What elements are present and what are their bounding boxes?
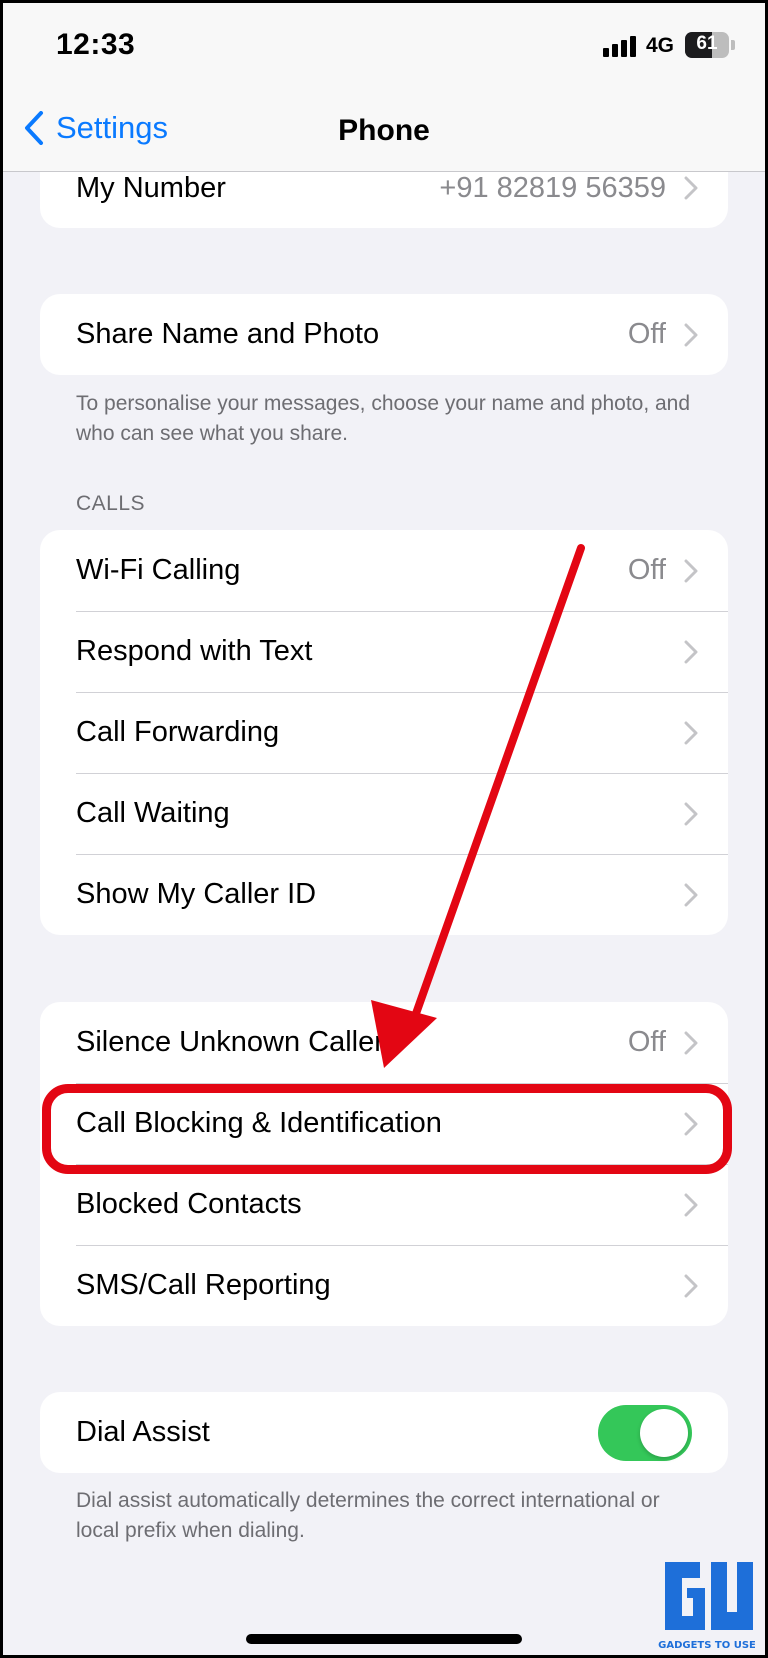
- highlight-annotation: [42, 1084, 732, 1174]
- chevron-right-icon: [684, 721, 698, 744]
- share-name-label: Share Name and Photo: [76, 318, 380, 350]
- share-footnote: To personalise your messages, choose you…: [76, 392, 691, 445]
- calls-header: CALLS: [76, 492, 146, 515]
- dial-assist-group: Dial Assist: [40, 1392, 728, 1473]
- dial-assist-label: Dial Assist: [76, 1416, 210, 1448]
- watermark-text: GADGETS TO USE: [658, 1640, 755, 1651]
- row-label: Respond with Text: [76, 635, 313, 667]
- chevron-right-icon: [684, 559, 698, 582]
- page-title: Phone: [338, 114, 430, 147]
- chevron-right-icon: [684, 323, 698, 346]
- row-label: Show My Caller ID: [76, 878, 317, 910]
- blocked-contacts-row[interactable]: Blocked Contacts: [40, 1164, 728, 1245]
- dial-assist-footnote: Dial assist automatically determines the…: [76, 1489, 660, 1542]
- battery-tip: [731, 40, 735, 50]
- chevron-right-icon: [684, 883, 698, 906]
- row-label: Silence Unknown Callers: [76, 1026, 399, 1058]
- wifi-calling-row[interactable]: Wi-Fi Calling Off: [40, 530, 728, 611]
- navigation-bar: Settings Phone: [0, 96, 768, 172]
- network-type: 4G: [646, 34, 675, 57]
- status-time: 12:33: [56, 28, 136, 61]
- status-bar: 12:33 4G 61: [0, 0, 768, 96]
- row-label: Wi-Fi Calling: [76, 554, 241, 586]
- dial-assist-row: Dial Assist: [40, 1392, 728, 1473]
- my-number-label: My Number: [76, 171, 226, 204]
- row-label: Blocked Contacts: [76, 1188, 302, 1220]
- share-name-group: Share Name and Photo Off: [40, 294, 728, 375]
- chevron-right-icon: [684, 640, 698, 663]
- respond-with-text-row[interactable]: Respond with Text: [40, 611, 728, 692]
- gadgets-to-use-logo: GADGETS TO USE: [658, 1562, 755, 1651]
- home-indicator[interactable]: [246, 1634, 522, 1644]
- row-value: Off: [627, 1026, 666, 1058]
- chevron-right-icon: [684, 1193, 698, 1216]
- battery-icon: 61: [685, 32, 729, 58]
- share-name-value: Off: [627, 318, 666, 350]
- chevron-right-icon: [684, 176, 698, 200]
- share-name-row[interactable]: Share Name and Photo Off: [40, 294, 728, 375]
- row-label: Call Waiting: [76, 797, 230, 829]
- sms-call-reporting-row[interactable]: SMS/Call Reporting: [40, 1245, 728, 1326]
- call-waiting-row[interactable]: Call Waiting: [40, 773, 728, 854]
- silence-unknown-callers-row[interactable]: Silence Unknown Callers Off: [40, 1002, 728, 1083]
- calls-group: Wi-Fi Calling Off Respond with Text Call…: [40, 530, 728, 935]
- toggle-knob: [640, 1408, 688, 1457]
- chevron-right-icon: [684, 1274, 698, 1297]
- call-forwarding-row[interactable]: Call Forwarding: [40, 692, 728, 773]
- row-label: SMS/Call Reporting: [76, 1269, 331, 1301]
- chevron-right-icon: [684, 802, 698, 825]
- row-value: Off: [627, 554, 666, 586]
- cellular-signal-icon: [603, 36, 636, 57]
- dial-assist-toggle[interactable]: [598, 1404, 692, 1461]
- row-label: Call Forwarding: [76, 716, 280, 748]
- show-caller-id-row[interactable]: Show My Caller ID: [40, 854, 728, 935]
- my-number-value: +91 82819 56359: [439, 171, 666, 204]
- chevron-right-icon: [684, 1031, 698, 1054]
- battery-percent: 61: [696, 33, 718, 54]
